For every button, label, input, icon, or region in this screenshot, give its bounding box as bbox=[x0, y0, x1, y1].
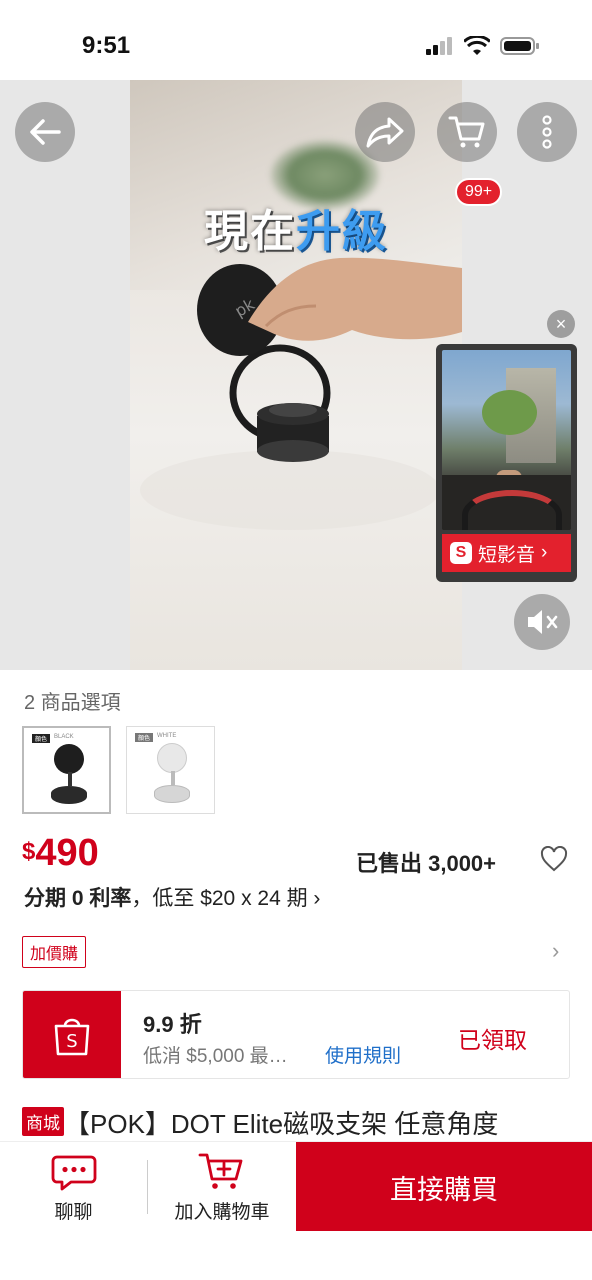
short-video-mini-player[interactable]: S 短影音 › bbox=[436, 344, 577, 582]
video-product-illustration: pk bbox=[140, 257, 462, 530]
wifi-icon bbox=[464, 36, 490, 55]
product-video[interactable]: 現在升級 pk bbox=[130, 80, 462, 670]
add-to-cart-label: 加入購物車 bbox=[174, 1201, 270, 1223]
product-title-text: 【POK】DOT Elite磁吸支架 任意角度 bbox=[64, 1109, 499, 1139]
add-to-cart-button[interactable]: 加入購物車 bbox=[148, 1142, 296, 1232]
product-media[interactable]: 現在升級 pk 99+ × S 短影音 › bbox=[0, 80, 592, 670]
chat-label: 聊聊 bbox=[54, 1201, 93, 1223]
product-title: 商城 【POK】DOT Elite磁吸支架 任意角度 bbox=[22, 1104, 582, 1141]
option-name: WHITE bbox=[157, 733, 177, 739]
addon-purchase-tag[interactable]: 加價購 bbox=[22, 936, 87, 968]
options-count-label: 2 商品選項 bbox=[24, 692, 121, 714]
chevron-right-icon: › bbox=[541, 542, 548, 563]
share-icon bbox=[366, 117, 404, 148]
mute-button[interactable] bbox=[514, 594, 570, 650]
option-stem bbox=[68, 772, 72, 786]
chat-icon bbox=[51, 1155, 96, 1190]
voucher-title: 9.9 折 bbox=[143, 1012, 202, 1037]
sold-count: 已售出 3,000+ bbox=[356, 851, 497, 876]
product-price: $490 bbox=[22, 832, 99, 875]
voucher-shop-badge: S bbox=[23, 991, 121, 1078]
voucher-claimed-status[interactable]: 已領取 bbox=[458, 1021, 527, 1055]
voucher-condition: 低消 $5,000 最… bbox=[143, 1046, 288, 1067]
cart-count-badge: 99+ bbox=[455, 178, 503, 206]
mini-player-thumbnail bbox=[442, 350, 571, 530]
option-tag: 顏色 bbox=[135, 733, 154, 742]
thumbnail-tree bbox=[482, 390, 537, 435]
shopee-video-icon: S bbox=[450, 542, 472, 564]
svg-text:S: S bbox=[66, 1031, 77, 1052]
price-currency: $ bbox=[22, 838, 36, 865]
option-base bbox=[51, 786, 87, 804]
mini-player-close-button[interactable]: × bbox=[547, 310, 575, 338]
more-options-button[interactable] bbox=[517, 102, 577, 162]
chat-button[interactable]: 聊聊 bbox=[0, 1142, 147, 1232]
arrow-left-icon bbox=[30, 119, 61, 145]
speaker-muted-icon bbox=[528, 610, 558, 634]
option-base bbox=[154, 785, 190, 803]
share-button[interactable] bbox=[355, 102, 415, 162]
cart-button[interactable] bbox=[437, 102, 497, 162]
chevron-right-icon[interactable]: › bbox=[552, 938, 559, 964]
installment-detail: ，低至 $20 x 24 期 › bbox=[131, 887, 321, 910]
status-time: 9:51 bbox=[82, 32, 131, 59]
installment-prefix: 分期 bbox=[24, 887, 66, 910]
installment-info[interactable]: 分期 0 利率，低至 $20 x 24 期 › bbox=[24, 882, 320, 912]
short-video-link[interactable]: S 短影音 › bbox=[442, 534, 571, 572]
more-vertical-icon bbox=[542, 115, 552, 149]
bottom-action-bar: 聊聊 加入購物車 直接購買 bbox=[0, 1141, 592, 1232]
shopping-cart-icon bbox=[448, 116, 485, 148]
home-indicator-area bbox=[0, 1231, 592, 1280]
buy-now-button[interactable]: 直接購買 bbox=[296, 1142, 592, 1232]
installment-rate: 0 利率 bbox=[71, 887, 132, 910]
voucher-rules-link[interactable]: 使用規則 bbox=[325, 1041, 401, 1068]
price-amount: 490 bbox=[35, 832, 99, 874]
option-black[interactable]: 顏色 BLACK bbox=[22, 726, 111, 814]
back-button[interactable] bbox=[15, 102, 75, 162]
mall-tag: 商城 bbox=[22, 1107, 64, 1136]
option-stem bbox=[171, 771, 175, 785]
cellular-signal-icon bbox=[426, 37, 452, 55]
option-product-image bbox=[157, 743, 187, 773]
shopee-bag-icon: S bbox=[54, 1018, 90, 1055]
option-tag: 顏色 bbox=[32, 734, 51, 743]
option-name: BLACK bbox=[54, 734, 74, 740]
option-product-image bbox=[54, 744, 84, 774]
heart-icon[interactable] bbox=[540, 846, 568, 872]
option-white[interactable]: 顏色 WHITE bbox=[126, 726, 215, 814]
status-icons bbox=[426, 36, 540, 56]
add-to-cart-icon bbox=[198, 1153, 243, 1189]
short-video-label: 短影音 bbox=[478, 544, 536, 566]
voucher-card[interactable]: S 9.9 折 低消 $5,000 最… 使用規則 已領取 bbox=[22, 990, 570, 1079]
battery-icon bbox=[500, 37, 539, 55]
status-bar: 9:51 bbox=[0, 0, 592, 80]
